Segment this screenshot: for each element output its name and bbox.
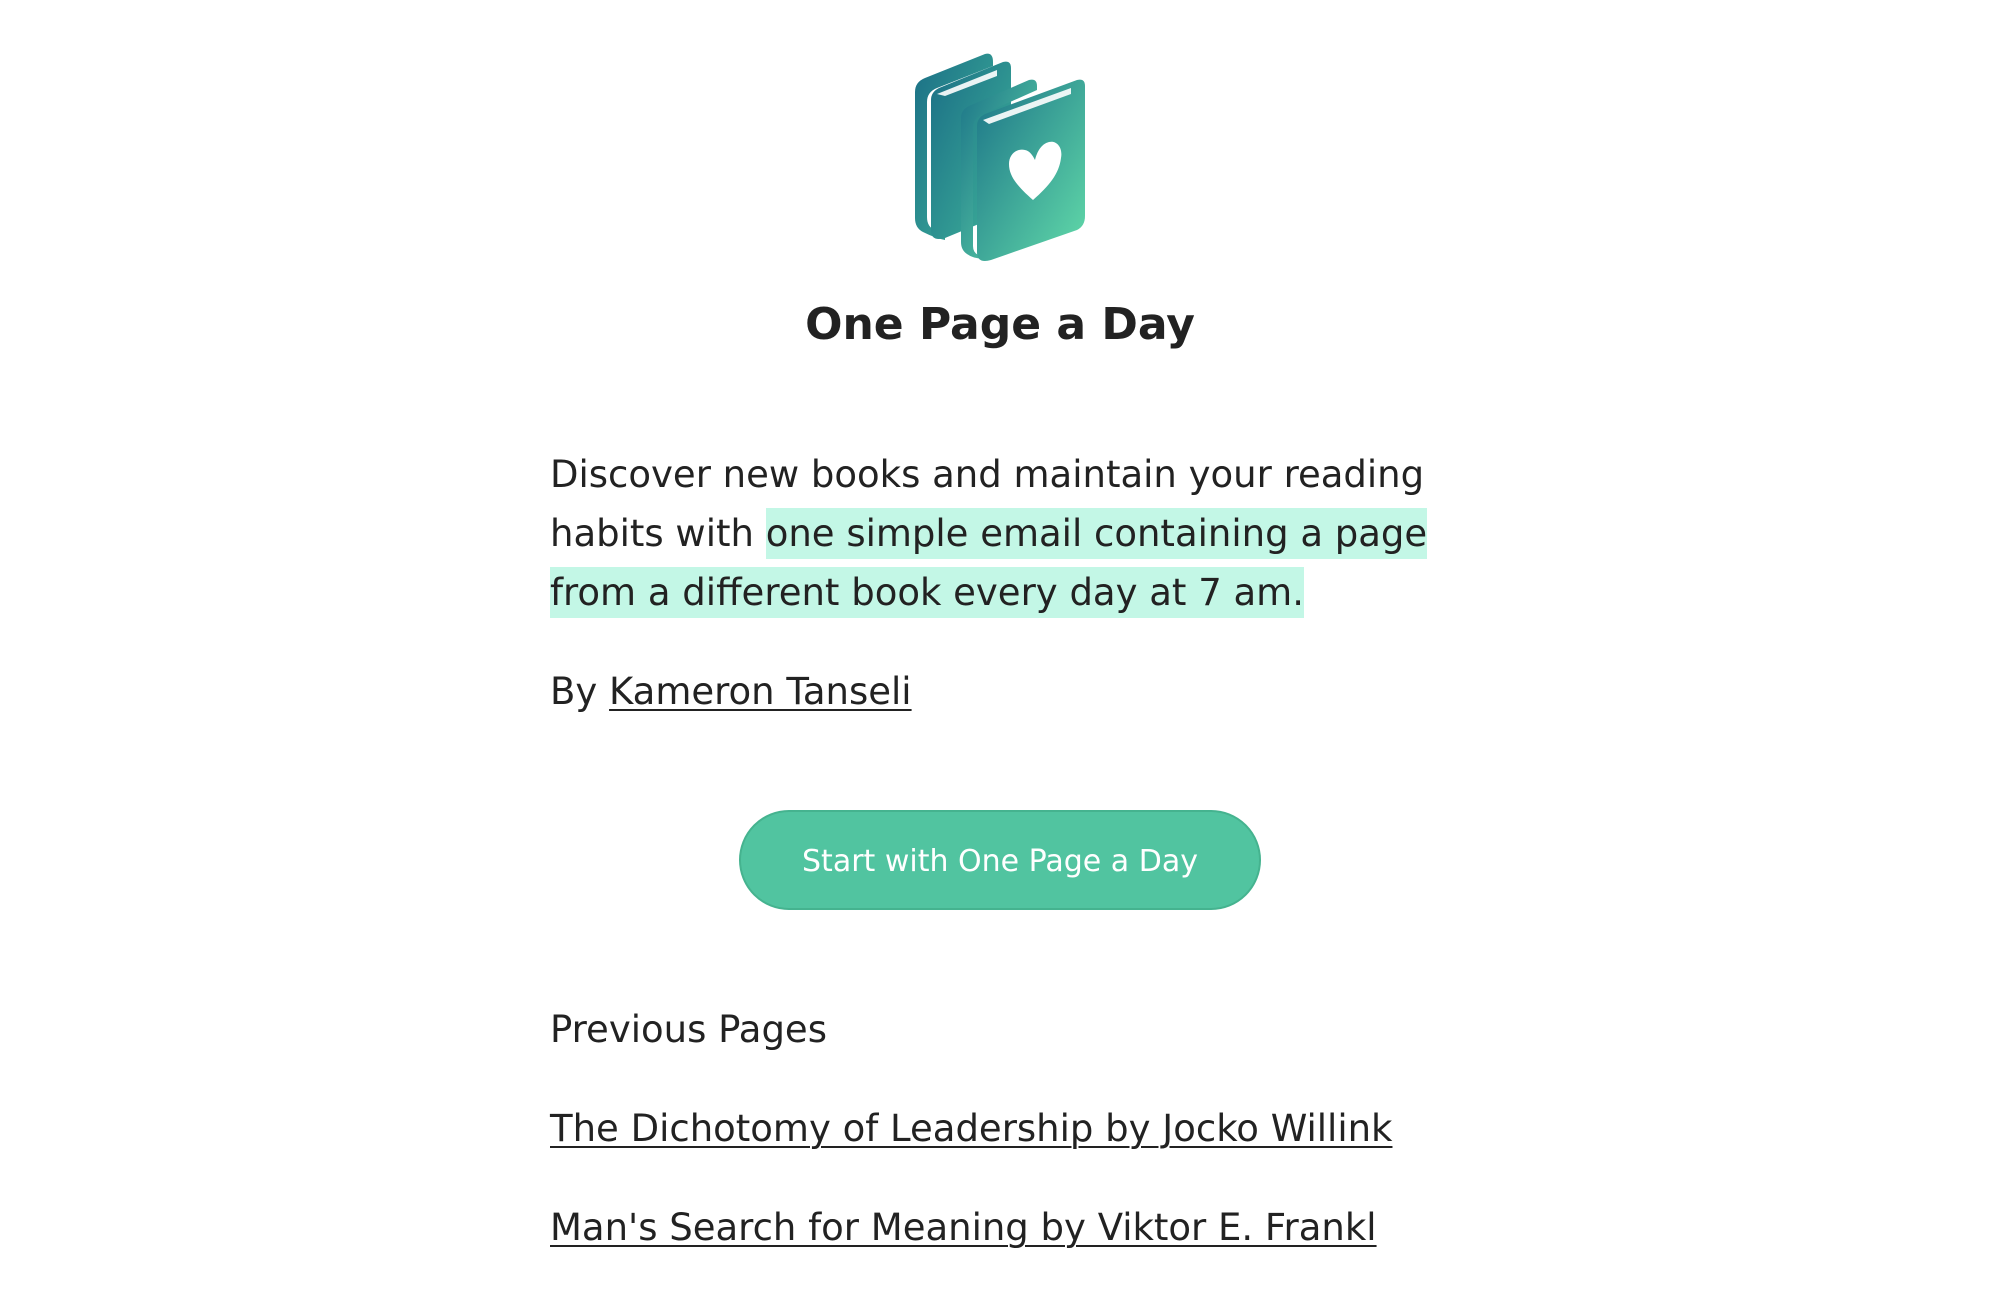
- previous-page-link[interactable]: Man's Search for Meaning by Viktor E. Fr…: [550, 1206, 1377, 1249]
- previous-pages-section: Previous Pages The Dichotomy of Leadersh…: [550, 1000, 1470, 1297]
- landing-page: One Page a Day Discover new books and ma…: [0, 0, 2000, 1300]
- books-heart-icon: [905, 52, 1090, 262]
- byline-prefix: By: [550, 670, 598, 713]
- previous-page-link[interactable]: The Dichotomy of Leadership by Jocko Wil…: [550, 1107, 1392, 1150]
- start-button[interactable]: Start with One Page a Day: [739, 810, 1261, 910]
- previous-pages-list: The Dichotomy of Leadership by Jocko Wil…: [550, 1099, 1470, 1257]
- list-item: The Dichotomy of Leadership by Jocko Wil…: [550, 1099, 1470, 1158]
- page-title: One Page a Day: [805, 299, 1195, 350]
- author-link[interactable]: Kameron Tanseli: [609, 670, 912, 713]
- cta-container: Start with One Page a Day: [0, 810, 2000, 910]
- intro-section: Discover new books and maintain your rea…: [550, 445, 1470, 721]
- previous-pages-heading: Previous Pages: [550, 1008, 827, 1051]
- list-item: Man's Search for Meaning by Viktor E. Fr…: [550, 1198, 1470, 1257]
- intro-paragraph: Discover new books and maintain your rea…: [550, 445, 1470, 622]
- byline: By Kameron Tanseli: [550, 662, 1470, 721]
